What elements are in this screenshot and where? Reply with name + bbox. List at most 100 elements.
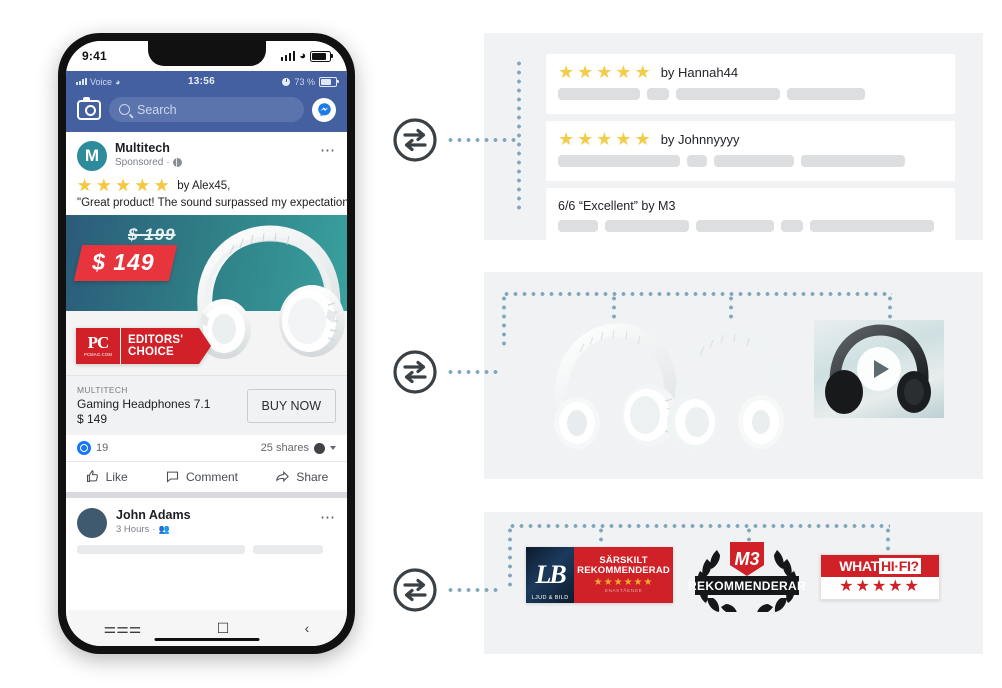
comment-button[interactable]: Comment [165,469,238,484]
product-title: Gaming Headphones 7.1 [77,397,211,411]
signal-bars-icon [280,50,296,61]
comment-bubble-icon [166,471,179,483]
buy-now-button[interactable]: BUY NOW [246,388,336,423]
battery-icon [319,76,339,87]
skeleton-bar [558,220,598,232]
connector-horizontal [508,524,890,528]
star-icon: ★ [115,176,131,195]
messenger-icon[interactable] [312,97,336,122]
star-icon: ★ [634,129,651,149]
star-icon: ★ [634,62,651,82]
skeleton-bar [787,88,865,100]
feed-post-2: John Adams 3 Hours · 👥 ⋯ [66,498,347,543]
connector-horizontal [446,370,502,374]
share-button[interactable]: Share [275,469,328,484]
award-ljud-bild[interactable]: LB LJUD & BILD SÄRSKILT REKOMMENDERAD ★★… [526,547,673,603]
post2-author[interactable]: John Adams [116,508,311,523]
ad-hero-image[interactable]: $ 199 $ 149 PC PCMAG.COM EDITORS' CHOICE [66,215,347,375]
product-image-1[interactable] [540,320,680,455]
ljud-bild-logo-text: LB [535,560,566,589]
reactions-row: 19 25 shares [66,435,347,462]
skeleton-bar [558,88,640,100]
swap-exchange-icon-1[interactable] [391,116,439,164]
search-icon [119,104,130,115]
back-icon[interactable]: ‹ [305,621,310,635]
facebook-feed: M Multitech Sponsored · ⋯ ★ ★ ★ ★ ★ by A… [66,132,347,554]
star-icon: ★ [615,129,632,149]
what-hifi-logo: WHAT HI·FI? [821,555,939,577]
like-button[interactable]: Like [85,469,128,484]
more-options-icon[interactable]: ⋯ [320,508,336,525]
price-original: $ 199 [128,225,176,244]
review-author: by Johnnyyyy [660,131,740,147]
reaction-count-group[interactable]: 19 [77,441,108,455]
what-hifi-word2: HI·FI? [878,558,921,574]
skeleton-bar [77,545,245,554]
pcmag-logo: PC PCMAG.COM [76,328,120,364]
avatar: M [77,141,107,171]
skeleton-bar [781,220,803,232]
panel-media [484,272,983,479]
swap-exchange-icon [393,350,437,394]
android-status-left: Voice ◕ [76,77,120,87]
alarm-icon [282,77,291,86]
product-price: $ 149 [77,412,108,426]
share-arrow-icon [276,470,290,483]
video-thumbnail[interactable] [814,320,944,418]
home-icon[interactable]: ☐ [217,621,230,635]
sponsored-post-header: M Multitech Sponsored · ⋯ [66,132,347,175]
star-icon: ★ [77,176,93,195]
award-m3[interactable]: M3 REKOMMENDERAR [687,540,807,612]
android-status-right: 73 % [282,76,339,87]
ljud-bild-logo: LB LJUD & BILD [526,547,575,603]
skeleton-bar [801,155,905,167]
review-author: by Hannah44 [660,64,739,80]
recents-icon[interactable]: ⚌⚌⚌ [104,621,142,635]
more-options-icon[interactable]: ⋯ [320,141,336,158]
page-root: 9:41 ◕ Voice ◕ 13:56 73 % Search M Multi… [0,0,1002,688]
skeleton-bar [558,155,680,167]
post2-time: 3 Hours [116,524,150,535]
skeleton-bar [696,220,774,232]
connector-vertical [599,526,603,546]
thumbs-up-icon [86,470,98,483]
camera-icon[interactable] [77,96,101,120]
post-meta: Multitech Sponsored · [115,141,312,168]
sponsored-label: Sponsored [115,157,164,168]
panel-awards: LB LJUD & BILD SÄRSKILT REKOMMENDERAD ★★… [484,512,983,654]
search-input[interactable]: Search [109,97,304,122]
editors-choice-text: EDITORS' CHOICE [120,328,212,364]
star-icon: ★ [558,129,575,149]
privacy-icon [314,442,325,454]
review-author: by Alex45, [177,179,231,192]
share-label: Share [296,469,329,484]
post-subline: Sponsored · [115,157,312,168]
review-stars-row: ★ ★ ★ ★ ★ by Hannah44 [546,54,955,81]
skeleton-bar [714,155,794,167]
play-button-icon[interactable] [857,347,901,391]
swap-exchange-icon-2[interactable] [391,348,439,396]
connector-horizontal [446,588,498,592]
award-caption: ENASTÅENDE [604,588,643,594]
price-discounted: $ 149 [73,245,177,281]
review-card[interactable]: 6/6 “Excellent” by M3 [546,188,955,243]
review-card[interactable]: ★ ★ ★ ★ ★ by Johnnyyyy [546,121,955,181]
skeleton-bar [676,88,780,100]
friends-icon: 👥 [158,524,170,534]
ios-status-icons: ◕ [280,50,333,62]
swap-exchange-icon-3[interactable] [391,566,439,614]
connector-horizontal [502,292,892,296]
chevron-down-icon[interactable] [330,446,336,450]
post-rating: ★ ★ ★ ★ ★ by Alex45, [66,175,347,194]
review-quote: "Great product! The sound surpassed my e… [77,197,347,209]
award-what-hifi[interactable]: WHAT HI·FI? ★★★★★ [820,554,940,600]
star-icon: ★ [596,62,613,82]
search-placeholder: Search [137,102,177,117]
skeleton-bar [605,220,689,232]
product-image-2[interactable] [662,322,792,454]
review-card[interactable]: ★ ★ ★ ★ ★ by Hannah44 [546,54,955,114]
share-count-group[interactable]: 25 shares [261,442,336,454]
page-name[interactable]: Multitech [115,141,312,156]
badge-line2: CHOICE [128,346,174,358]
like-label: Like [105,469,128,484]
